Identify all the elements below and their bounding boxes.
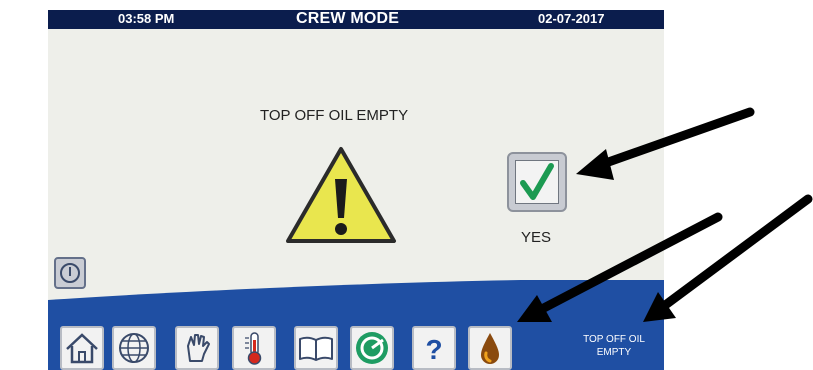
- arrow-to-status-text: [643, 194, 813, 322]
- arrow-to-yes: [576, 107, 755, 180]
- annotation-arrows: [517, 107, 813, 322]
- arrow-to-oil-button: [517, 212, 723, 322]
